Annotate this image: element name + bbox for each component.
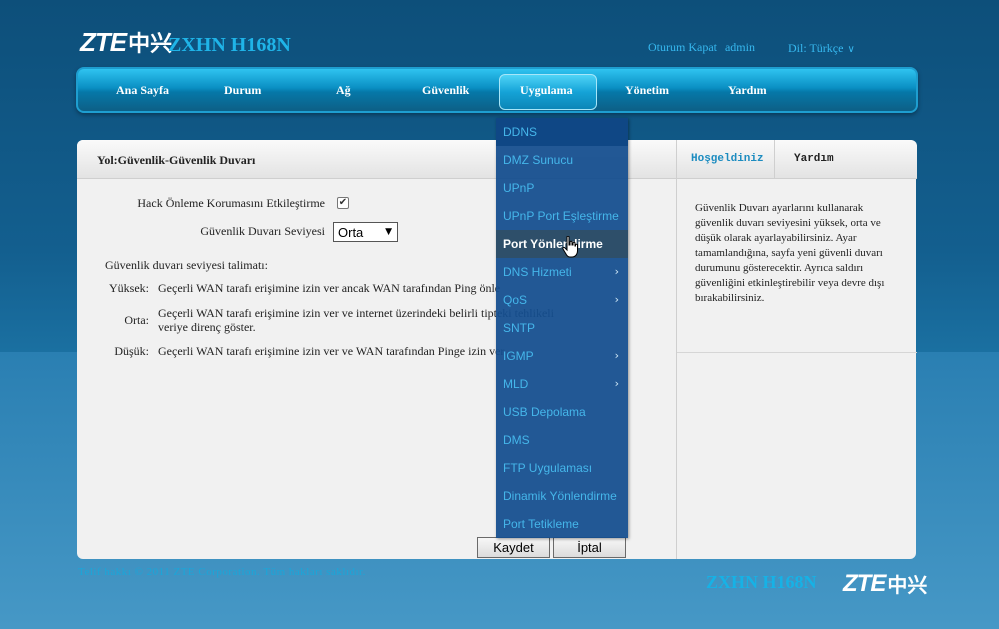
menu-item-dms[interactable]: DMS bbox=[496, 426, 628, 454]
chevron-right-icon: › bbox=[614, 377, 619, 390]
menu-item-dns-service[interactable]: DNS Hizmeti › bbox=[496, 258, 628, 286]
tab-welcome[interactable]: Hoşgeldiniz bbox=[691, 153, 764, 165]
help-text: Güvenlik Duvarı ayarlarını kullanarak gü… bbox=[695, 202, 885, 304]
nav-item-help[interactable]: Yardım bbox=[728, 83, 767, 98]
chevron-right-icon: › bbox=[614, 349, 619, 362]
level-key: Yüksek: bbox=[109, 281, 149, 295]
help-panel: Hoşgeldiniz Yardım Güvenlik Duvarı ayarl… bbox=[676, 140, 917, 559]
nav-item-network[interactable]: Ağ bbox=[336, 83, 351, 98]
application-dropdown-menu: DDNS DMZ Sunucu UPnP UPnP Port Eşleştirm… bbox=[496, 118, 628, 538]
chevron-right-icon: › bbox=[614, 293, 619, 306]
help-tabs: Hoşgeldiniz Yardım bbox=[677, 140, 917, 179]
hand-cursor-icon bbox=[562, 236, 578, 258]
nav-item-security[interactable]: Güvenlik bbox=[422, 83, 469, 98]
dropdown-arrow-icon: ▼ bbox=[385, 227, 392, 237]
save-button[interactable]: Kaydet bbox=[477, 537, 550, 558]
menu-item-upnp[interactable]: UPnP bbox=[496, 174, 628, 202]
menu-item-igmp[interactable]: IGMP › bbox=[496, 342, 628, 370]
firewall-level-select[interactable]: Orta ▼ bbox=[333, 222, 398, 242]
menu-item-sntp[interactable]: SNTP bbox=[496, 314, 628, 342]
nav-item-management[interactable]: Yönetim bbox=[625, 83, 669, 98]
brand-text: ZTE bbox=[80, 26, 127, 57]
username: admin bbox=[724, 40, 755, 54]
footer-zte-logo: ZTE 中兴 bbox=[843, 569, 927, 598]
brand-cn-text: 中兴 bbox=[128, 32, 173, 57]
nav-item-application[interactable]: Uygulama bbox=[520, 83, 573, 98]
nav-item-home[interactable]: Ana Sayfa bbox=[116, 83, 169, 98]
breadcrumb: Yol:Güvenlik-Güvenlik Duvarı bbox=[97, 153, 256, 167]
nav-item-status[interactable]: Durum bbox=[224, 83, 261, 98]
language-label: Dil: Türkçe bbox=[788, 41, 844, 55]
menu-item-ftp[interactable]: FTP Uygulaması bbox=[496, 454, 628, 482]
tab-divider bbox=[774, 140, 775, 179]
menu-item-usb-storage[interactable]: USB Depolama bbox=[496, 398, 628, 426]
level-key: Düşük: bbox=[114, 344, 149, 358]
menu-item-upnp-port-mapping[interactable]: UPnP Port Eşleştirme bbox=[496, 202, 628, 230]
level-instructions-title: Güvenlik duvarı seviyesi talimatı: bbox=[105, 258, 268, 272]
menu-item-dynamic-routing[interactable]: Dinamik Yönlendirme bbox=[496, 482, 628, 510]
footer-product-name: ZXHN H168N bbox=[706, 572, 817, 592]
cancel-button[interactable]: İptal bbox=[553, 537, 626, 558]
product-title: ZXHN H168N bbox=[168, 34, 291, 56]
hack-protection-label: Hack Önleme Korumasını Etkileştirme bbox=[137, 196, 325, 210]
footer-brand-text: ZTE bbox=[843, 569, 886, 597]
user-links: Oturum Kapat admin bbox=[648, 40, 760, 55]
main-nav: Ana Sayfa Durum Ağ Güvenlik Uygulama Yön… bbox=[76, 67, 918, 113]
divider bbox=[677, 352, 917, 353]
footer-brand-cn-text: 中兴 bbox=[887, 573, 928, 597]
firewall-level-value: Orta bbox=[338, 225, 364, 240]
language-selector[interactable]: Dil: Türkçe ∨ bbox=[788, 41, 855, 56]
chevron-down-icon: ∨ bbox=[847, 44, 855, 55]
menu-item-qos[interactable]: QoS › bbox=[496, 286, 628, 314]
menu-item-port-triggering[interactable]: Port Tetikleme bbox=[496, 510, 628, 538]
copyright-text: Telif hakkı © 2011 ZTE Corporation. Tüm … bbox=[78, 566, 366, 578]
menu-item-mld[interactable]: MLD › bbox=[496, 370, 628, 398]
chevron-right-icon: › bbox=[614, 265, 619, 278]
firewall-level-label: Güvenlik Duvarı Seviyesi bbox=[200, 224, 325, 238]
zte-logo: ZTE 中兴 bbox=[80, 26, 173, 58]
logout-link[interactable]: Oturum Kapat bbox=[648, 40, 717, 54]
hack-protection-checkbox[interactable]: ✔ bbox=[337, 197, 349, 209]
tab-help[interactable]: Yardım bbox=[794, 153, 834, 165]
level-key: Orta: bbox=[124, 313, 149, 327]
menu-item-dmz[interactable]: DMZ Sunucu bbox=[496, 146, 628, 174]
menu-item-ddns[interactable]: DDNS bbox=[496, 118, 628, 146]
